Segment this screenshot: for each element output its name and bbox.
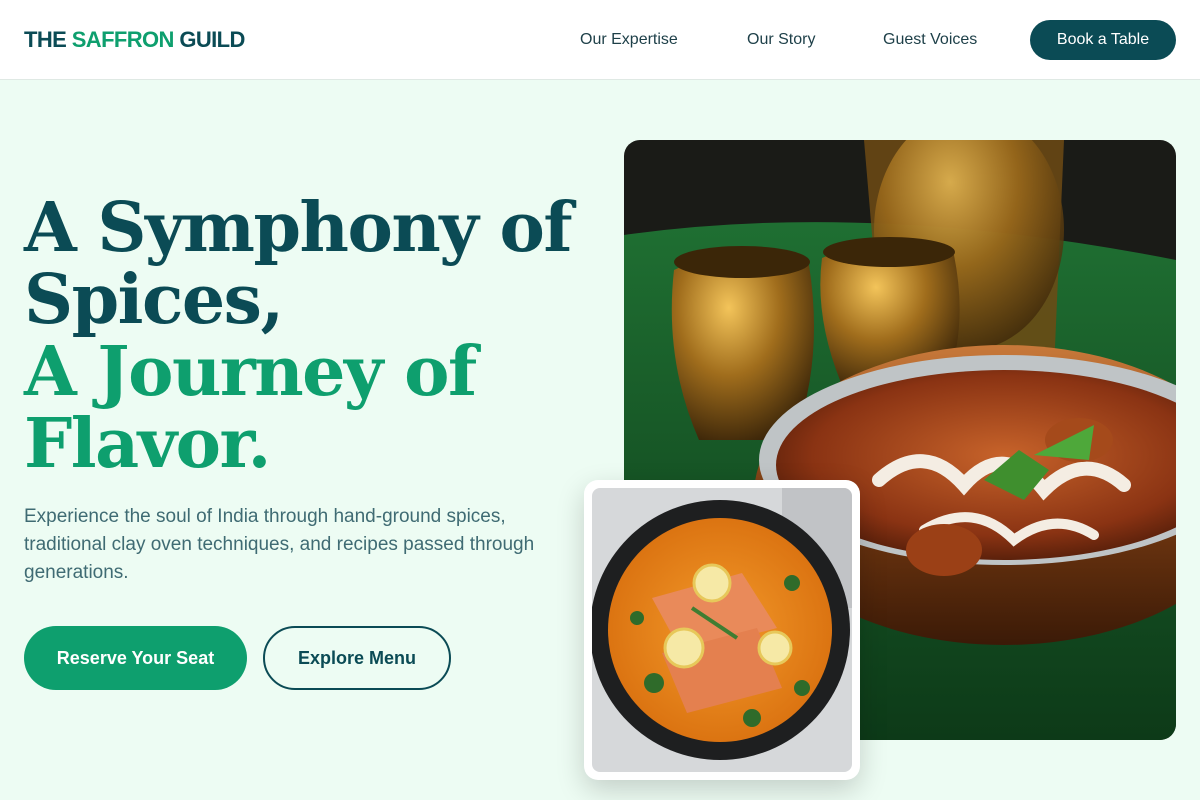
brand-logo[interactable]: THE SAFFRON GUILD	[24, 27, 245, 53]
headline-line-3: A Journey of	[24, 332, 477, 412]
nav-link-guest-voices[interactable]: Guest Voices	[883, 31, 977, 49]
headline-line-2: Spices,	[24, 260, 284, 340]
book-table-button[interactable]: Book a Table	[1030, 20, 1176, 60]
salmon-curry-illustration	[592, 488, 852, 772]
explore-menu-button[interactable]: Explore Menu	[263, 626, 451, 690]
hero-secondary-image	[592, 488, 852, 772]
hero-headline: A Symphony of Spices, A Journey of Flavo…	[24, 192, 584, 480]
logo-text-the: THE	[24, 27, 72, 52]
headline-line-1: A Symphony of	[24, 188, 573, 268]
logo-text-saffron: SAFFRON	[71, 27, 175, 52]
hero-secondary-image-card	[584, 480, 860, 780]
reserve-seat-button[interactable]: Reserve Your Seat	[24, 626, 247, 690]
site-header: THE SAFFRON GUILD Our Expertise Our Stor…	[0, 0, 1200, 80]
hero-subtext: Experience the soul of India through han…	[24, 506, 535, 583]
nav-link-our-expertise[interactable]: Our Expertise	[580, 31, 678, 49]
headline-line-4: Flavor.	[24, 404, 271, 484]
nav-link-our-story[interactable]: Our Story	[747, 31, 815, 49]
logo-text-guild: GUILD	[173, 27, 245, 52]
